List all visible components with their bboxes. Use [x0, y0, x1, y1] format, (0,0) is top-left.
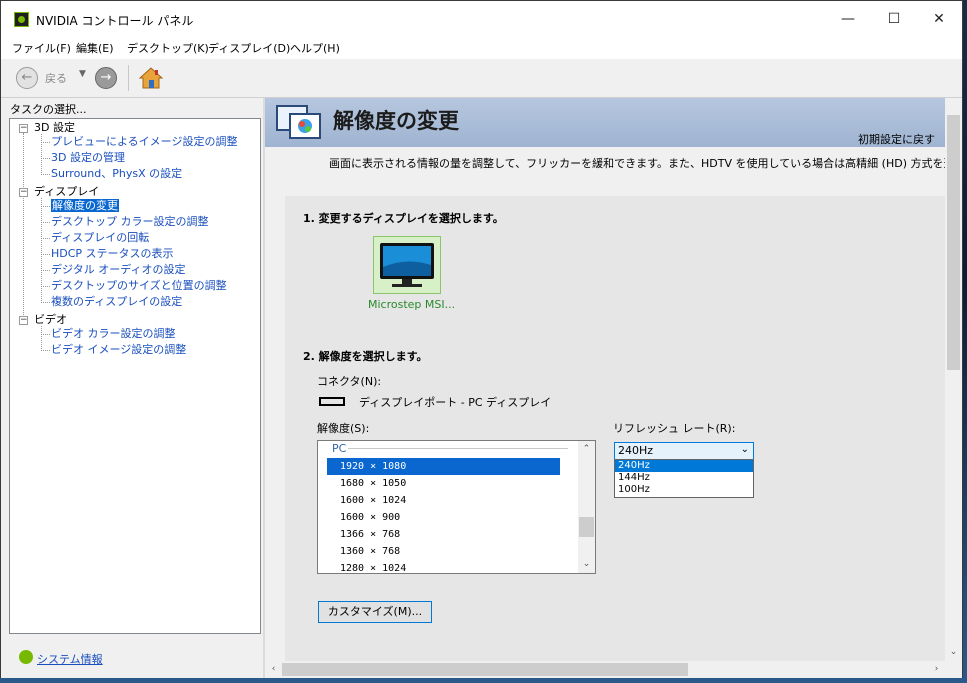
title-bar: NVIDIA コントロール パネル — ☐ ✕ — [1, 1, 962, 37]
refresh-rate-value: 240Hz — [618, 444, 654, 457]
arrow-right-icon: → — [100, 70, 112, 85]
scrollbar-thumb[interactable] — [947, 115, 960, 370]
resolution-monitor-icon — [276, 105, 321, 139]
collapse-display-icon[interactable]: − — [19, 188, 28, 197]
connector-value: ディスプレイポート - PC ディスプレイ — [359, 396, 552, 409]
restore-defaults-link[interactable]: 初期設定に戻す — [858, 131, 935, 147]
connector-label: コネクタ(N): — [317, 375, 382, 388]
page-description: 画面に表示される情報の量を調整して、フリッカーを緩和できます。また、HDTV を… — [329, 157, 962, 170]
menu-help[interactable]: ヘルプ(H) — [290, 40, 340, 56]
scroll-up-icon[interactable]: ⌃ — [578, 441, 595, 458]
tree-item-desktop-color[interactable]: デスクトップ カラー設定の調整 — [51, 215, 209, 229]
back-label: 戻る — [45, 72, 67, 85]
system-info-label: システム情報 — [37, 653, 103, 666]
tree-item-digital-audio[interactable]: デジタル オーディオの設定 — [51, 263, 186, 277]
system-info-link[interactable]: システム情報 — [19, 650, 103, 667]
page-header: 解像度の変更 初期設定に戻す — [265, 98, 945, 147]
scrollbar-corner — [945, 661, 962, 678]
tree-item-change-resolution[interactable]: 解像度の変更 — [51, 199, 119, 213]
tree-category-display[interactable]: ディスプレイ — [34, 185, 99, 199]
tree-item-video-color[interactable]: ビデオ カラー設定の調整 — [51, 327, 176, 341]
customize-button[interactable]: カスタマイズ(M)... — [318, 601, 432, 623]
resolution-option[interactable]: 1600 × 900 — [327, 509, 560, 526]
display-name: Microstep MSI... — [368, 298, 456, 311]
tree-item-multiple-displays[interactable]: 複数のディスプレイの設定 — [51, 295, 182, 309]
tree-item-manage-3d[interactable]: 3D 設定の管理 — [51, 151, 125, 165]
task-panel: タスクの選択... − 3D 設定 プレビューによるイメージ設定の調整 3D 設… — [1, 98, 263, 678]
scroll-right-icon[interactable]: › — [928, 661, 945, 678]
refresh-rate-select[interactable]: 240Hz ⌄ — [614, 442, 754, 460]
content-panel: 解像度の変更 初期設定に戻す 画面に表示される情報の量を調整して、フリッカーを緩… — [265, 98, 962, 678]
tree-item-desktop-size[interactable]: デスクトップのサイズと位置の調整 — [51, 279, 227, 293]
section-select-display-heading: 1. 変更するディスプレイを選択します。 — [303, 212, 504, 225]
page-title: 解像度の変更 — [333, 109, 459, 133]
settings-area: 1. 変更するディスプレイを選択します。 Microstep MSI... 2.… — [285, 196, 945, 666]
menu-file[interactable]: ファイル(F) — [12, 40, 71, 56]
scroll-down-icon[interactable]: ⌄ — [945, 644, 962, 661]
resolution-list-scrollbar[interactable]: ⌃ ⌄ — [578, 441, 595, 573]
refresh-option[interactable]: 144Hz — [615, 472, 753, 484]
monitor-icon — [380, 243, 434, 287]
nvidia-logo-icon — [14, 12, 29, 27]
refresh-rate-dropdown: 240Hz 144Hz 100Hz — [614, 459, 754, 498]
collapse-3d-icon[interactable]: − — [19, 124, 28, 133]
resolution-label: 解像度(S): — [317, 422, 370, 435]
group-divider — [348, 448, 568, 449]
displayport-icon — [319, 397, 345, 406]
resolution-option[interactable]: 1280 × 1024 — [327, 560, 560, 573]
info-icon — [19, 650, 33, 664]
window-title: NVIDIA コントロール パネル — [36, 14, 194, 28]
menu-edit[interactable]: 編集(E) — [76, 40, 114, 56]
scrollbar-thumb[interactable] — [579, 517, 594, 537]
menu-display[interactable]: ディスプレイ(D) — [208, 40, 290, 56]
minimize-button[interactable]: — — [825, 1, 871, 37]
tree-item-surround-physx[interactable]: Surround、PhysX の設定 — [51, 167, 182, 181]
tree-item-hdcp-status[interactable]: HDCP ステータスの表示 — [51, 247, 174, 261]
back-button[interactable]: ← — [16, 67, 38, 89]
content-horizontal-scrollbar[interactable]: ‹ › — [265, 661, 945, 678]
content-vertical-scrollbar[interactable]: ⌄ — [945, 98, 962, 661]
arrow-left-icon: ← — [21, 70, 33, 85]
history-dropdown-icon[interactable]: ▼ — [79, 69, 86, 79]
forward-button[interactable]: → — [95, 67, 117, 89]
chevron-down-icon: ⌄ — [740, 444, 749, 455]
tree-item-label: 解像度の変更 — [51, 199, 119, 212]
tree-item-rotate-display[interactable]: ディスプレイの回転 — [51, 231, 149, 245]
resolution-option[interactable]: 1360 × 768 — [327, 543, 560, 560]
menu-desktop[interactable]: デスクトップ(K) — [127, 40, 209, 56]
section-select-resolution-heading: 2. 解像度を選択します。 — [303, 350, 428, 363]
scrollbar-thumb[interactable] — [282, 663, 688, 676]
tree-category-3d[interactable]: 3D 設定 — [34, 121, 75, 135]
display-tile[interactable] — [373, 236, 441, 294]
maximize-button[interactable]: ☐ — [871, 1, 917, 37]
refresh-option[interactable]: 240Hz — [615, 460, 753, 472]
scroll-down-icon[interactable]: ⌄ — [578, 556, 595, 573]
resolution-option[interactable]: 1600 × 1024 — [327, 492, 560, 509]
tree-item-preview-image[interactable]: プレビューによるイメージ設定の調整 — [51, 135, 237, 149]
task-panel-label: タスクの選択... — [10, 103, 87, 116]
resolution-group-header: PC — [332, 442, 347, 455]
scroll-left-icon[interactable]: ‹ — [265, 661, 282, 678]
close-button[interactable]: ✕ — [916, 1, 962, 37]
refresh-option[interactable]: 100Hz — [615, 484, 753, 496]
resolution-option[interactable]: 1366 × 768 — [327, 526, 560, 543]
resolution-option[interactable]: 1920 × 1080 — [327, 458, 560, 475]
task-tree: − 3D 設定 プレビューによるイメージ設定の調整 3D 設定の管理 Surro… — [9, 118, 261, 634]
resolution-list[interactable]: PC 1920 × 1080 1680 × 1050 1600 × 1024 1… — [317, 440, 596, 574]
resolution-option[interactable]: 1680 × 1050 — [327, 475, 560, 492]
home-icon[interactable] — [139, 67, 163, 89]
tree-item-video-image[interactable]: ビデオ イメージ設定の調整 — [51, 343, 186, 357]
refresh-rate-label: リフレッシュ レート(R): — [613, 422, 736, 435]
tree-category-video[interactable]: ビデオ — [34, 313, 67, 327]
menu-bar: ファイル(F) 編集(E) デスクトップ(K) ディスプレイ(D) ヘルプ(H) — [1, 37, 962, 59]
toolbar-separator — [128, 65, 129, 91]
collapse-video-icon[interactable]: − — [19, 316, 28, 325]
app-window: NVIDIA コントロール パネル — ☐ ✕ ファイル(F) 編集(E) デス… — [0, 0, 963, 678]
